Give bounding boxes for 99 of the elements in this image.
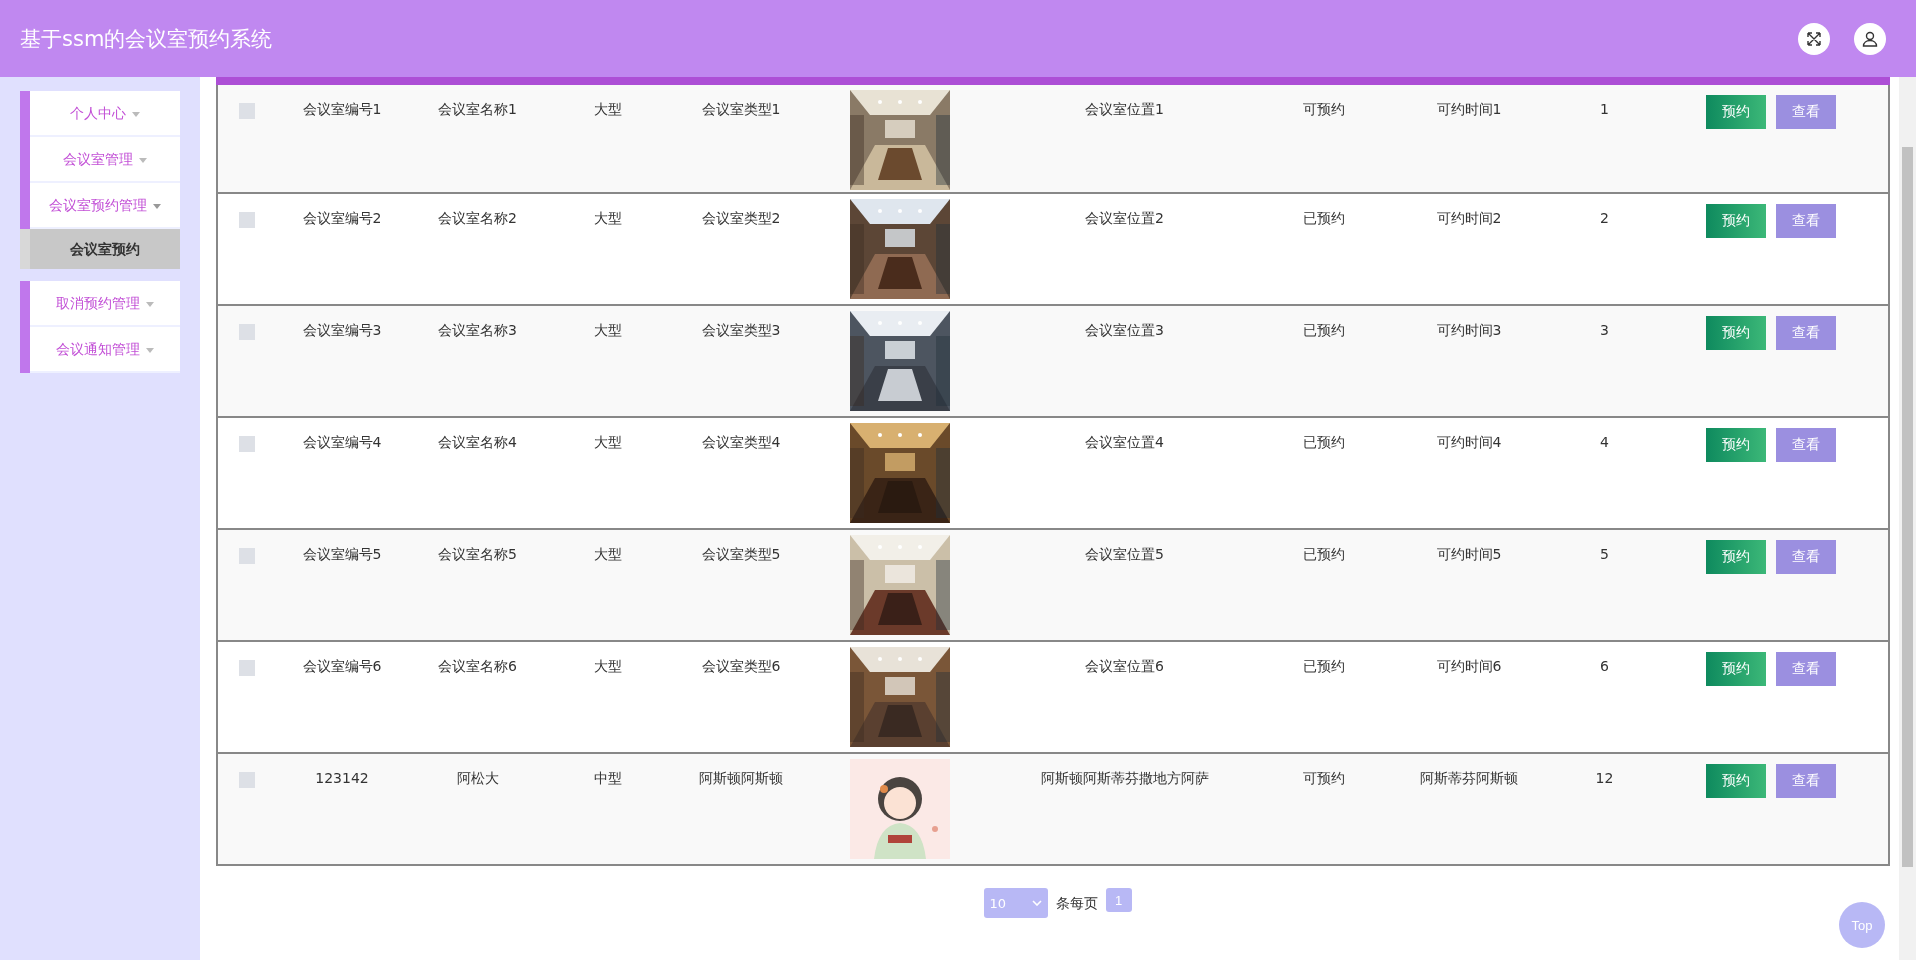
page-button[interactable]: 1 — [1105, 888, 1132, 912]
table-cell: 123142 — [315, 770, 369, 786]
table-cell: 会议室类型5 — [701, 546, 781, 562]
table-cell: 会议室位置6 — [1085, 658, 1164, 674]
book-button[interactable]: 预约 — [1706, 540, 1766, 574]
table-cell: 会议室名称3 — [438, 322, 517, 338]
caret-icon — [146, 301, 155, 307]
caret-icon — [146, 347, 155, 353]
table-cell: 可约时间3 — [1436, 322, 1502, 338]
row-checkbox[interactable] — [238, 660, 255, 676]
page-size-select[interactable]: 10 — [983, 888, 1048, 918]
table-cell: 已预约 — [1303, 210, 1345, 226]
table-cell: 会议室编号1 — [302, 101, 382, 117]
table-cell: 会议室位置2 — [1085, 210, 1164, 226]
book-button[interactable]: 预约 — [1706, 316, 1766, 350]
expand-arrows-icon — [1805, 29, 1823, 48]
menu-item[interactable]: 会议室预约管理 — [30, 183, 180, 229]
app-title: 基于ssm的会议室预约系统 — [20, 25, 273, 53]
table-cell: 会议室名称5 — [438, 546, 517, 562]
table-cell: 5 — [1600, 546, 1609, 562]
table-cell: 会议室位置1 — [1085, 101, 1164, 117]
fullscreen-button[interactable] — [1798, 22, 1830, 55]
table-cell: 已预约 — [1303, 322, 1345, 338]
table-cell: 会议室编号6 — [302, 658, 382, 674]
table-cell: 会议室类型2 — [701, 210, 781, 226]
table-cell: 大型 — [593, 658, 622, 674]
table-cell: 阿斯顿阿斯蒂芬撒地方阿萨 — [1040, 770, 1209, 786]
table-cell: 会议室类型3 — [701, 322, 781, 338]
view-button[interactable]: 查看 — [1776, 204, 1836, 238]
table-cell: 会议室名称4 — [438, 434, 517, 450]
table-cell: 3 — [1600, 322, 1609, 338]
table-cell: 会议室名称2 — [438, 210, 517, 226]
menu-item[interactable]: 会议室管理 — [30, 137, 180, 183]
table-cell: 会议室编号2 — [302, 210, 382, 226]
table-cell: 阿斯顿阿斯顿 — [699, 770, 783, 786]
view-button[interactable]: 查看 — [1776, 540, 1836, 574]
chevron-down-icon — [1031, 900, 1042, 906]
book-button[interactable]: 预约 — [1706, 764, 1766, 798]
book-button[interactable]: 预约 — [1706, 428, 1766, 462]
table-cell: 大型 — [593, 210, 622, 226]
caret-icon — [139, 157, 148, 163]
book-button[interactable]: 预约 — [1706, 95, 1766, 129]
view-button[interactable]: 查看 — [1776, 764, 1836, 798]
submenu-item[interactable]: 会议室预约 — [20, 229, 180, 269]
book-button[interactable]: 预约 — [1706, 652, 1766, 686]
scrollbar[interactable] — [1899, 77, 1916, 960]
table-cell: 中型 — [593, 770, 622, 786]
table-cell: 大型 — [593, 434, 622, 450]
table-cell: 大型 — [593, 322, 622, 338]
view-button[interactable]: 查看 — [1776, 316, 1836, 350]
back-to-top-button[interactable]: Top — [1839, 902, 1885, 948]
table-cell: 可预约 — [1303, 770, 1345, 786]
table-cell: 已预约 — [1303, 546, 1345, 562]
row-checkbox[interactable] — [238, 103, 255, 119]
table-cell: 会议室编号3 — [302, 322, 382, 338]
table-cell: 会议室类型1 — [701, 101, 781, 117]
row-checkbox[interactable] — [238, 436, 255, 452]
table-cell: 阿松大 — [456, 770, 499, 786]
row-checkbox[interactable] — [238, 212, 255, 228]
table-cell: 会议室位置4 — [1085, 434, 1164, 450]
table-cell: 2 — [1600, 210, 1609, 226]
table-cell: 会议室位置5 — [1085, 546, 1164, 562]
table-cell: 大型 — [593, 546, 622, 562]
table-cell: 可预约 — [1303, 101, 1345, 117]
row-checkbox[interactable] — [238, 324, 255, 340]
table-cell: 大型 — [593, 101, 622, 117]
view-button[interactable]: 查看 — [1776, 428, 1836, 462]
table-cell: 会议室编号4 — [302, 434, 382, 450]
table-cell: 会议室编号5 — [302, 546, 382, 562]
table-cell: 阿斯蒂芬阿斯顿 — [1420, 770, 1518, 786]
table-cell: 已预约 — [1303, 658, 1345, 674]
table-cell: 可约时间6 — [1436, 658, 1502, 674]
book-button[interactable]: 预约 — [1706, 204, 1766, 238]
table-cell: 可约时间1 — [1436, 101, 1502, 117]
page-size-label: 条每页 — [1055, 894, 1098, 913]
user-button[interactable] — [1854, 22, 1886, 55]
table-cell: 会议室位置3 — [1085, 322, 1164, 338]
table-cell: 12 — [1595, 770, 1614, 786]
table-cell: 可约时间4 — [1436, 434, 1502, 450]
table-cell: 已预约 — [1303, 434, 1345, 450]
table-cell: 会议室名称1 — [438, 101, 517, 117]
table-cell: 会议室类型6 — [701, 658, 781, 674]
table-cell: 会议室名称6 — [438, 658, 517, 674]
caret-icon — [132, 111, 141, 117]
row-checkbox[interactable] — [238, 772, 255, 788]
table-cell: 1 — [1600, 101, 1609, 117]
menu-item[interactable]: 取消预约管理 — [30, 281, 180, 327]
view-button[interactable]: 查看 — [1776, 652, 1836, 686]
table-cell: 4 — [1600, 434, 1609, 450]
menu-item[interactable]: 会议通知管理 — [30, 327, 180, 373]
menu-item[interactable]: 个人中心 — [30, 91, 180, 137]
table-cell: 可约时间5 — [1436, 546, 1502, 562]
table-cell: 可约时间2 — [1436, 210, 1502, 226]
user-icon — [1861, 29, 1879, 48]
view-button[interactable]: 查看 — [1776, 95, 1836, 129]
row-checkbox[interactable] — [238, 548, 255, 564]
table-cell: 会议室类型4 — [701, 434, 781, 450]
caret-icon — [153, 203, 162, 209]
table-cell: 6 — [1600, 658, 1609, 674]
